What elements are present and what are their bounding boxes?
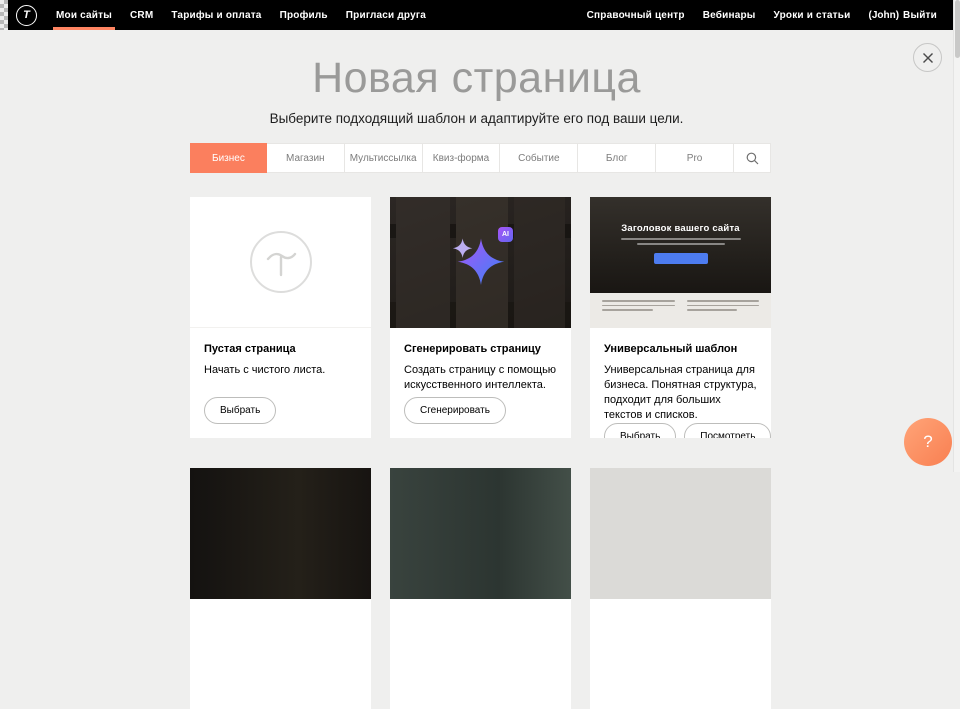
tilda-mark-icon	[249, 230, 313, 294]
card-body: Пустая страница Начать с чистого листа. …	[190, 328, 371, 438]
card-blank-page: Пустая страница Начать с чистого листа. …	[190, 197, 371, 438]
preview-gray-line	[687, 309, 738, 311]
card-ai-generate: AI Сгенерировать страницу Создать страни…	[390, 197, 571, 438]
tab-multilink[interactable]: Мультиссылка	[345, 144, 423, 172]
scrollbar-thumb[interactable]	[955, 0, 960, 58]
help-button[interactable]: ?	[904, 418, 952, 466]
tab-quiz-form[interactable]: Квиз-форма	[423, 144, 501, 172]
template-thumbnail	[390, 468, 571, 599]
card-next-row-2	[390, 468, 571, 709]
tab-blog[interactable]: Блог	[578, 144, 656, 172]
nav-webinars[interactable]: Вебинары	[694, 0, 765, 30]
preview-gray-line	[602, 309, 653, 311]
logo-letter: T	[23, 10, 30, 21]
blank-page-preview	[190, 197, 371, 328]
topbar-nav-left: Мои сайты CRM Тарифы и оплата Профиль Пр…	[47, 0, 435, 30]
card-description: Начать с чистого листа.	[204, 363, 357, 378]
nav-help-center[interactable]: Справочный центр	[578, 0, 694, 30]
tab-shop[interactable]: Магазин	[267, 144, 345, 172]
view-template-button[interactable]: Посмотреть	[684, 423, 771, 438]
template-category-tabs: Бизнес Магазин Мультиссылка Квиз-форма С…	[190, 143, 771, 173]
tab-search[interactable]	[734, 144, 770, 172]
nav-invite-friend[interactable]: Пригласи друга	[337, 0, 435, 30]
preview-heading: Заголовок вашего сайта	[621, 223, 740, 234]
close-button[interactable]	[913, 43, 942, 72]
page-title: Новая страница	[0, 54, 953, 103]
card-buttons: Выбрать	[204, 397, 357, 424]
card-next-row-3	[590, 468, 771, 709]
card-title: Универсальный шаблон	[604, 343, 757, 355]
card-title: Пустая страница	[204, 343, 357, 355]
universal-template-preview: Заголовок вашего сайта	[590, 197, 771, 328]
choose-template-button[interactable]: Выбрать	[604, 423, 676, 438]
card-next-row-1	[190, 468, 371, 709]
card-buttons: Выбрать Посмотреть	[604, 423, 757, 438]
nav-profile[interactable]: Профиль	[271, 0, 337, 30]
preview-text-line	[621, 238, 741, 240]
preview-gray-line	[602, 305, 675, 307]
tilda-logo[interactable]: T	[16, 5, 37, 26]
checker-strip	[0, 0, 8, 30]
card-title: Сгенерировать страницу	[404, 343, 557, 355]
preview-gray-line	[687, 305, 760, 307]
topbar: T Мои сайты CRM Тарифы и оплата Профиль …	[0, 0, 960, 30]
template-grid: Пустая страница Начать с чистого листа. …	[190, 197, 771, 709]
card-description: Создать страницу с помощью искусственног…	[404, 363, 557, 393]
tab-event[interactable]: Событие	[500, 144, 578, 172]
search-icon	[746, 152, 759, 165]
tab-business[interactable]: Бизнес	[190, 143, 267, 173]
topbar-nav-right: Справочный центр Вебинары Уроки и статьи…	[578, 0, 946, 30]
close-icon	[922, 52, 934, 64]
preview-cta-button	[654, 253, 708, 264]
preview-text-column	[602, 300, 675, 321]
user-name: (John)	[868, 10, 899, 21]
card-universal-template: Заголовок вашего сайта Универсальн	[590, 197, 771, 438]
scrollbar[interactable]	[953, 0, 960, 472]
preview-hero-section: Заголовок вашего сайта	[590, 197, 771, 293]
preview-text-section	[590, 293, 771, 328]
card-description: Универсальная страница для бизнеса. Поня…	[604, 363, 757, 423]
preview-text-column	[687, 300, 760, 321]
generate-button[interactable]: Сгенерировать	[404, 397, 506, 424]
card-body: Сгенерировать страницу Создать страницу …	[390, 328, 571, 438]
preview-text-line	[637, 243, 725, 245]
preview-gray-line	[687, 300, 760, 302]
ai-badge: AI	[498, 227, 513, 242]
card-buttons: Сгенерировать	[404, 397, 557, 424]
ai-preview: AI	[390, 197, 571, 328]
template-thumbnail	[190, 468, 371, 599]
tab-pro[interactable]: Pro	[656, 144, 734, 172]
nav-crm[interactable]: CRM	[121, 0, 162, 30]
card-body: Универсальный шаблон Универсальная стран…	[590, 328, 771, 438]
logout-link[interactable]: Выйти	[903, 10, 937, 21]
page-subtitle: Выберите подходящий шаблон и адаптируйте…	[0, 111, 953, 126]
nav-my-sites[interactable]: Мои сайты	[47, 0, 121, 30]
user-account: (John) Выйти	[859, 0, 946, 30]
template-thumbnail	[590, 468, 771, 599]
choose-blank-button[interactable]: Выбрать	[204, 397, 276, 424]
nav-lessons-articles[interactable]: Уроки и статьи	[765, 0, 860, 30]
nav-tariffs-payment[interactable]: Тарифы и оплата	[162, 0, 270, 30]
preview-gray-line	[602, 300, 675, 302]
